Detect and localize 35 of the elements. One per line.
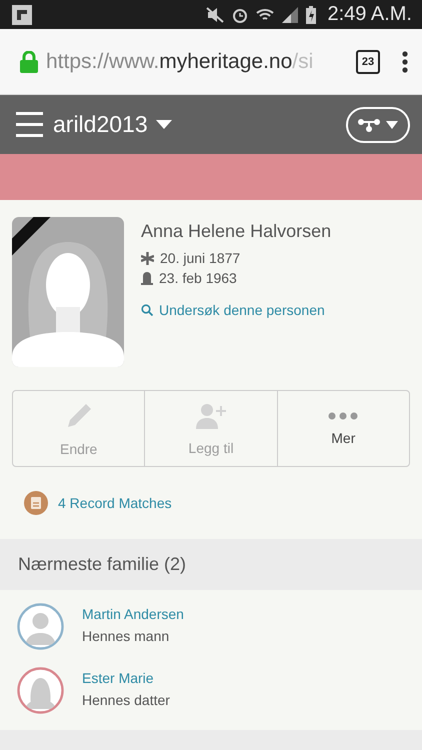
- death-date: 23. feb 1963: [159, 270, 237, 286]
- section-header: Nærmeste familie (2): [0, 539, 422, 590]
- site-selector[interactable]: arild2013: [53, 111, 172, 138]
- member-name[interactable]: Ester Marie: [82, 670, 170, 686]
- search-icon: [141, 304, 153, 316]
- lock-icon: [20, 50, 38, 72]
- more-action-button[interactable]: Mer: [276, 391, 409, 466]
- signal-icon: [282, 6, 298, 22]
- tree-icon: [358, 118, 380, 132]
- tombstone-icon: [141, 272, 153, 284]
- person-name: Anna Helene Halvorsen: [141, 221, 332, 242]
- wifi-icon: [256, 6, 274, 22]
- url-text[interactable]: https://www.myheritage.no/si: [46, 50, 348, 74]
- tab-count[interactable]: 23: [356, 50, 380, 74]
- caret-icon: [156, 120, 172, 129]
- menu-icon[interactable]: [16, 111, 43, 138]
- tree-view-button[interactable]: [346, 106, 410, 142]
- relation-text: Hennes datter: [82, 692, 170, 708]
- birth-date: 20. juni 1877: [160, 250, 240, 266]
- relation-text: Hennes mann: [82, 628, 170, 644]
- record-matches-link[interactable]: 4 Record Matches: [0, 467, 422, 539]
- status-time: 2:49 A.M.: [328, 3, 412, 26]
- add-person-icon: [194, 402, 227, 430]
- asterisk-icon: [141, 252, 154, 264]
- app-icon: [12, 4, 32, 24]
- avatar-icon[interactable]: [17, 666, 64, 714]
- caret-icon: [386, 120, 398, 128]
- battery-icon: [306, 6, 316, 24]
- more-icon: [328, 412, 358, 420]
- mute-icon: [206, 6, 224, 22]
- overflow-menu-icon[interactable]: [402, 50, 408, 72]
- alarm-icon: [232, 6, 248, 22]
- document-icon: [24, 491, 48, 515]
- member-name[interactable]: Martin Andersen: [82, 606, 184, 622]
- research-link[interactable]: Undersøk denne personen: [141, 302, 332, 318]
